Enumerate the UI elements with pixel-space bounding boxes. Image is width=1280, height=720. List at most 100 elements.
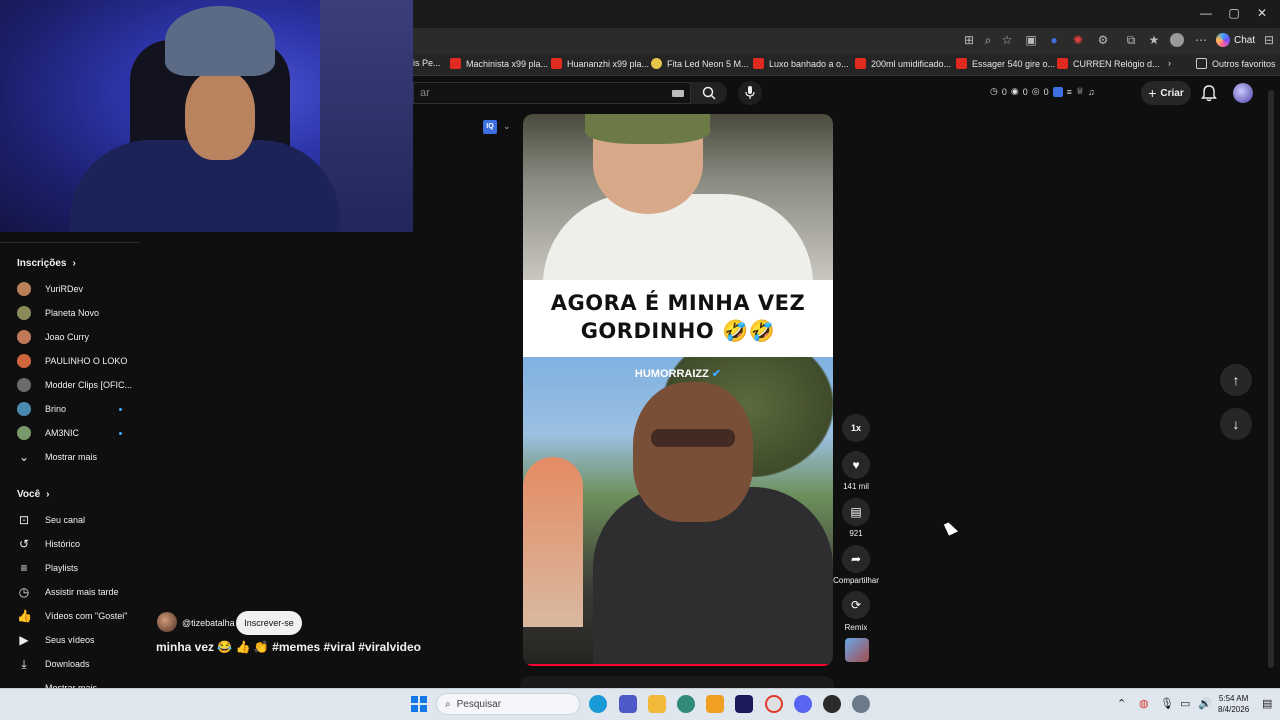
antivirus-icon[interactable]: ◍ — [1139, 697, 1149, 710]
trophy-icon[interactable]: ♕ — [1076, 86, 1084, 97]
search-button[interactable] — [691, 82, 727, 104]
subscription-item[interactable]: YuriRDev — [17, 282, 140, 296]
voice-search-button[interactable] — [738, 81, 762, 105]
arrow-up-icon: ↑ — [1232, 372, 1240, 388]
premiere-pro-icon[interactable] — [735, 695, 753, 713]
subscription-item[interactable]: Planeta Novo — [17, 306, 140, 320]
subscription-item[interactable]: AM3NIC — [17, 426, 140, 440]
microphone-icon[interactable]: 🎙 — [1160, 697, 1174, 710]
opera-icon[interactable] — [765, 695, 783, 713]
settings-icon[interactable] — [852, 695, 870, 713]
subscription-item[interactable]: PAULINHO O LOKO — [17, 354, 140, 368]
remix-button[interactable]: ⟳ — [842, 591, 870, 619]
playback-speed-button[interactable]: 1x — [842, 414, 870, 442]
channel-name[interactable]: @tizebatalha — [182, 618, 235, 628]
you-item[interactable]: ◷ Assistir mais tarde — [17, 585, 140, 599]
favorite-star-icon[interactable]: ☆ — [1000, 33, 1014, 47]
iq-badge[interactable]: IQ — [483, 120, 497, 134]
bookmark-item[interactable]: Essager 540 gire o... — [956, 58, 1055, 69]
other-favorites-folder[interactable]: Outros favoritos — [1196, 58, 1276, 69]
close-window-button[interactable]: ✕ — [1252, 6, 1272, 20]
microphone-icon — [745, 86, 755, 99]
create-button[interactable]: + Criar — [1141, 81, 1191, 105]
app-icon[interactable] — [706, 695, 724, 713]
page-scrollbar[interactable] — [1268, 90, 1274, 668]
keyboard-icon[interactable] — [672, 90, 684, 97]
bookmark-item[interactable]: 200ml umidificado... — [855, 58, 951, 69]
search-input[interactable]: ar — [413, 82, 691, 104]
extensions-puzzle-icon[interactable]: ⚙ — [1096, 33, 1110, 47]
bookmarks-overflow-button[interactable]: › — [1168, 58, 1171, 68]
notifications-bell-icon[interactable] — [1200, 84, 1218, 102]
channel-avatar — [17, 330, 31, 344]
chevron-up-icon[interactable]: ⌃ — [1117, 697, 1126, 710]
notification-center-icon[interactable]: ▤ — [1262, 697, 1272, 710]
more-menu-icon[interactable]: ⋯ — [1194, 33, 1208, 47]
short-video-player[interactable]: AGORA É MINHA VEZ GORDINHO 🤣🤣 HUMORRAIZZ… — [523, 114, 833, 666]
zoom-icon[interactable]: ⌕ — [981, 33, 995, 47]
discord-icon[interactable] — [794, 695, 812, 713]
like-button[interactable]: ♥ — [842, 451, 870, 479]
subscriptions-show-more[interactable]: ⌄ Mostrar mais — [17, 450, 140, 464]
minimize-button[interactable]: — — [1196, 6, 1216, 20]
sound-thumbnail[interactable] — [845, 638, 869, 662]
channel-avatar[interactable] — [157, 612, 177, 632]
split-screen-icon[interactable]: ⧉ — [1124, 33, 1138, 47]
you-item[interactable]: 👍 Vídeos com "Gostei" — [17, 609, 140, 623]
teams-icon[interactable] — [619, 695, 637, 713]
subscription-label: PAULINHO O LOKO — [45, 356, 128, 366]
bookmark-item[interactable]: Luxo banhado a o... — [753, 58, 849, 69]
comments-button[interactable]: ▤ — [842, 498, 870, 526]
bookmark-item[interactable]: Machinista x99 pla... — [450, 58, 548, 69]
maximize-button[interactable]: ▢ — [1224, 6, 1244, 20]
next-short-button[interactable]: ↓ — [1220, 408, 1252, 440]
bookmark-item[interactable]: Huananzhi x99 pla... — [551, 58, 649, 69]
shop-icon — [956, 58, 967, 69]
you-item[interactable]: ↺ Histórico — [17, 537, 140, 551]
channel-avatar — [17, 426, 31, 440]
subscription-item[interactable]: Modder Clips [OFIC... — [17, 378, 140, 392]
camera-extension-icon[interactable]: ▣ — [1024, 33, 1038, 47]
shop-icon — [1057, 58, 1068, 69]
you-item[interactable]: ⤓ Downloads — [17, 657, 140, 671]
subscriptions-heading[interactable]: Inscrições › — [17, 258, 76, 269]
taskbar-search[interactable]: ⌕ Pesquisar — [436, 693, 580, 715]
notification-small-icon[interactable]: ♫ — [1088, 87, 1095, 97]
short-title[interactable]: minha vez 😂 👍 👏 #memes #viral #viralvide… — [156, 640, 421, 654]
profile-icon[interactable] — [1170, 33, 1184, 47]
account-avatar[interactable] — [1233, 83, 1253, 103]
extension-icon[interactable]: ● — [1047, 33, 1061, 47]
you-item-label: Vídeos com "Gostei" — [45, 611, 128, 621]
you-item[interactable]: ≡ Playlists — [17, 561, 140, 575]
video-progress-bar[interactable] — [523, 664, 833, 666]
chevron-down-icon[interactable]: ⌄ — [503, 121, 511, 132]
taskbar-clock[interactable]: 5:54 AM 8/4/2026 — [1218, 693, 1249, 715]
you-item[interactable]: ▶ Seus vídeos — [17, 633, 140, 647]
app-grid-icon[interactable]: ⊞ — [962, 33, 976, 47]
bookmark-item[interactable]: is Pe... — [413, 58, 441, 68]
windows-start-button[interactable] — [411, 696, 427, 712]
iq-extension-icon[interactable] — [1052, 86, 1063, 97]
video-person-beanie — [585, 114, 710, 144]
bookmark-item[interactable]: Fita Led Neon 5 M... — [651, 58, 749, 69]
list-icon[interactable]: ≡ — [1067, 87, 1072, 97]
you-heading[interactable]: Você › — [17, 489, 50, 500]
subscription-item[interactable]: Brino — [17, 402, 140, 416]
bookmark-item[interactable]: CURREN Relógio d... — [1057, 58, 1160, 69]
volume-icon[interactable]: 🔊 — [1198, 697, 1212, 710]
previous-short-button[interactable]: ↑ — [1220, 364, 1252, 396]
sidebar-toggle-icon[interactable]: ⊟ — [1262, 33, 1276, 47]
app-icon[interactable] — [823, 695, 841, 713]
you-item[interactable]: ⊡ Seu canal — [17, 513, 140, 527]
app-icon[interactable] — [677, 695, 695, 713]
network-icon[interactable]: ▭ — [1180, 697, 1190, 710]
verified-icon: ✔ — [711, 368, 722, 380]
favorites-icon[interactable]: ★ — [1147, 33, 1161, 47]
edge-browser-icon[interactable] — [589, 695, 607, 713]
copilot-chat-button[interactable]: Chat — [1216, 31, 1255, 49]
subscribe-button[interactable]: Inscrever-se — [236, 611, 302, 635]
subscription-item[interactable]: Joao Curry — [17, 330, 140, 344]
file-explorer-icon[interactable] — [648, 695, 666, 713]
extension-spark-icon[interactable]: ✺ — [1071, 33, 1085, 47]
share-button[interactable]: ➦ — [842, 545, 870, 573]
